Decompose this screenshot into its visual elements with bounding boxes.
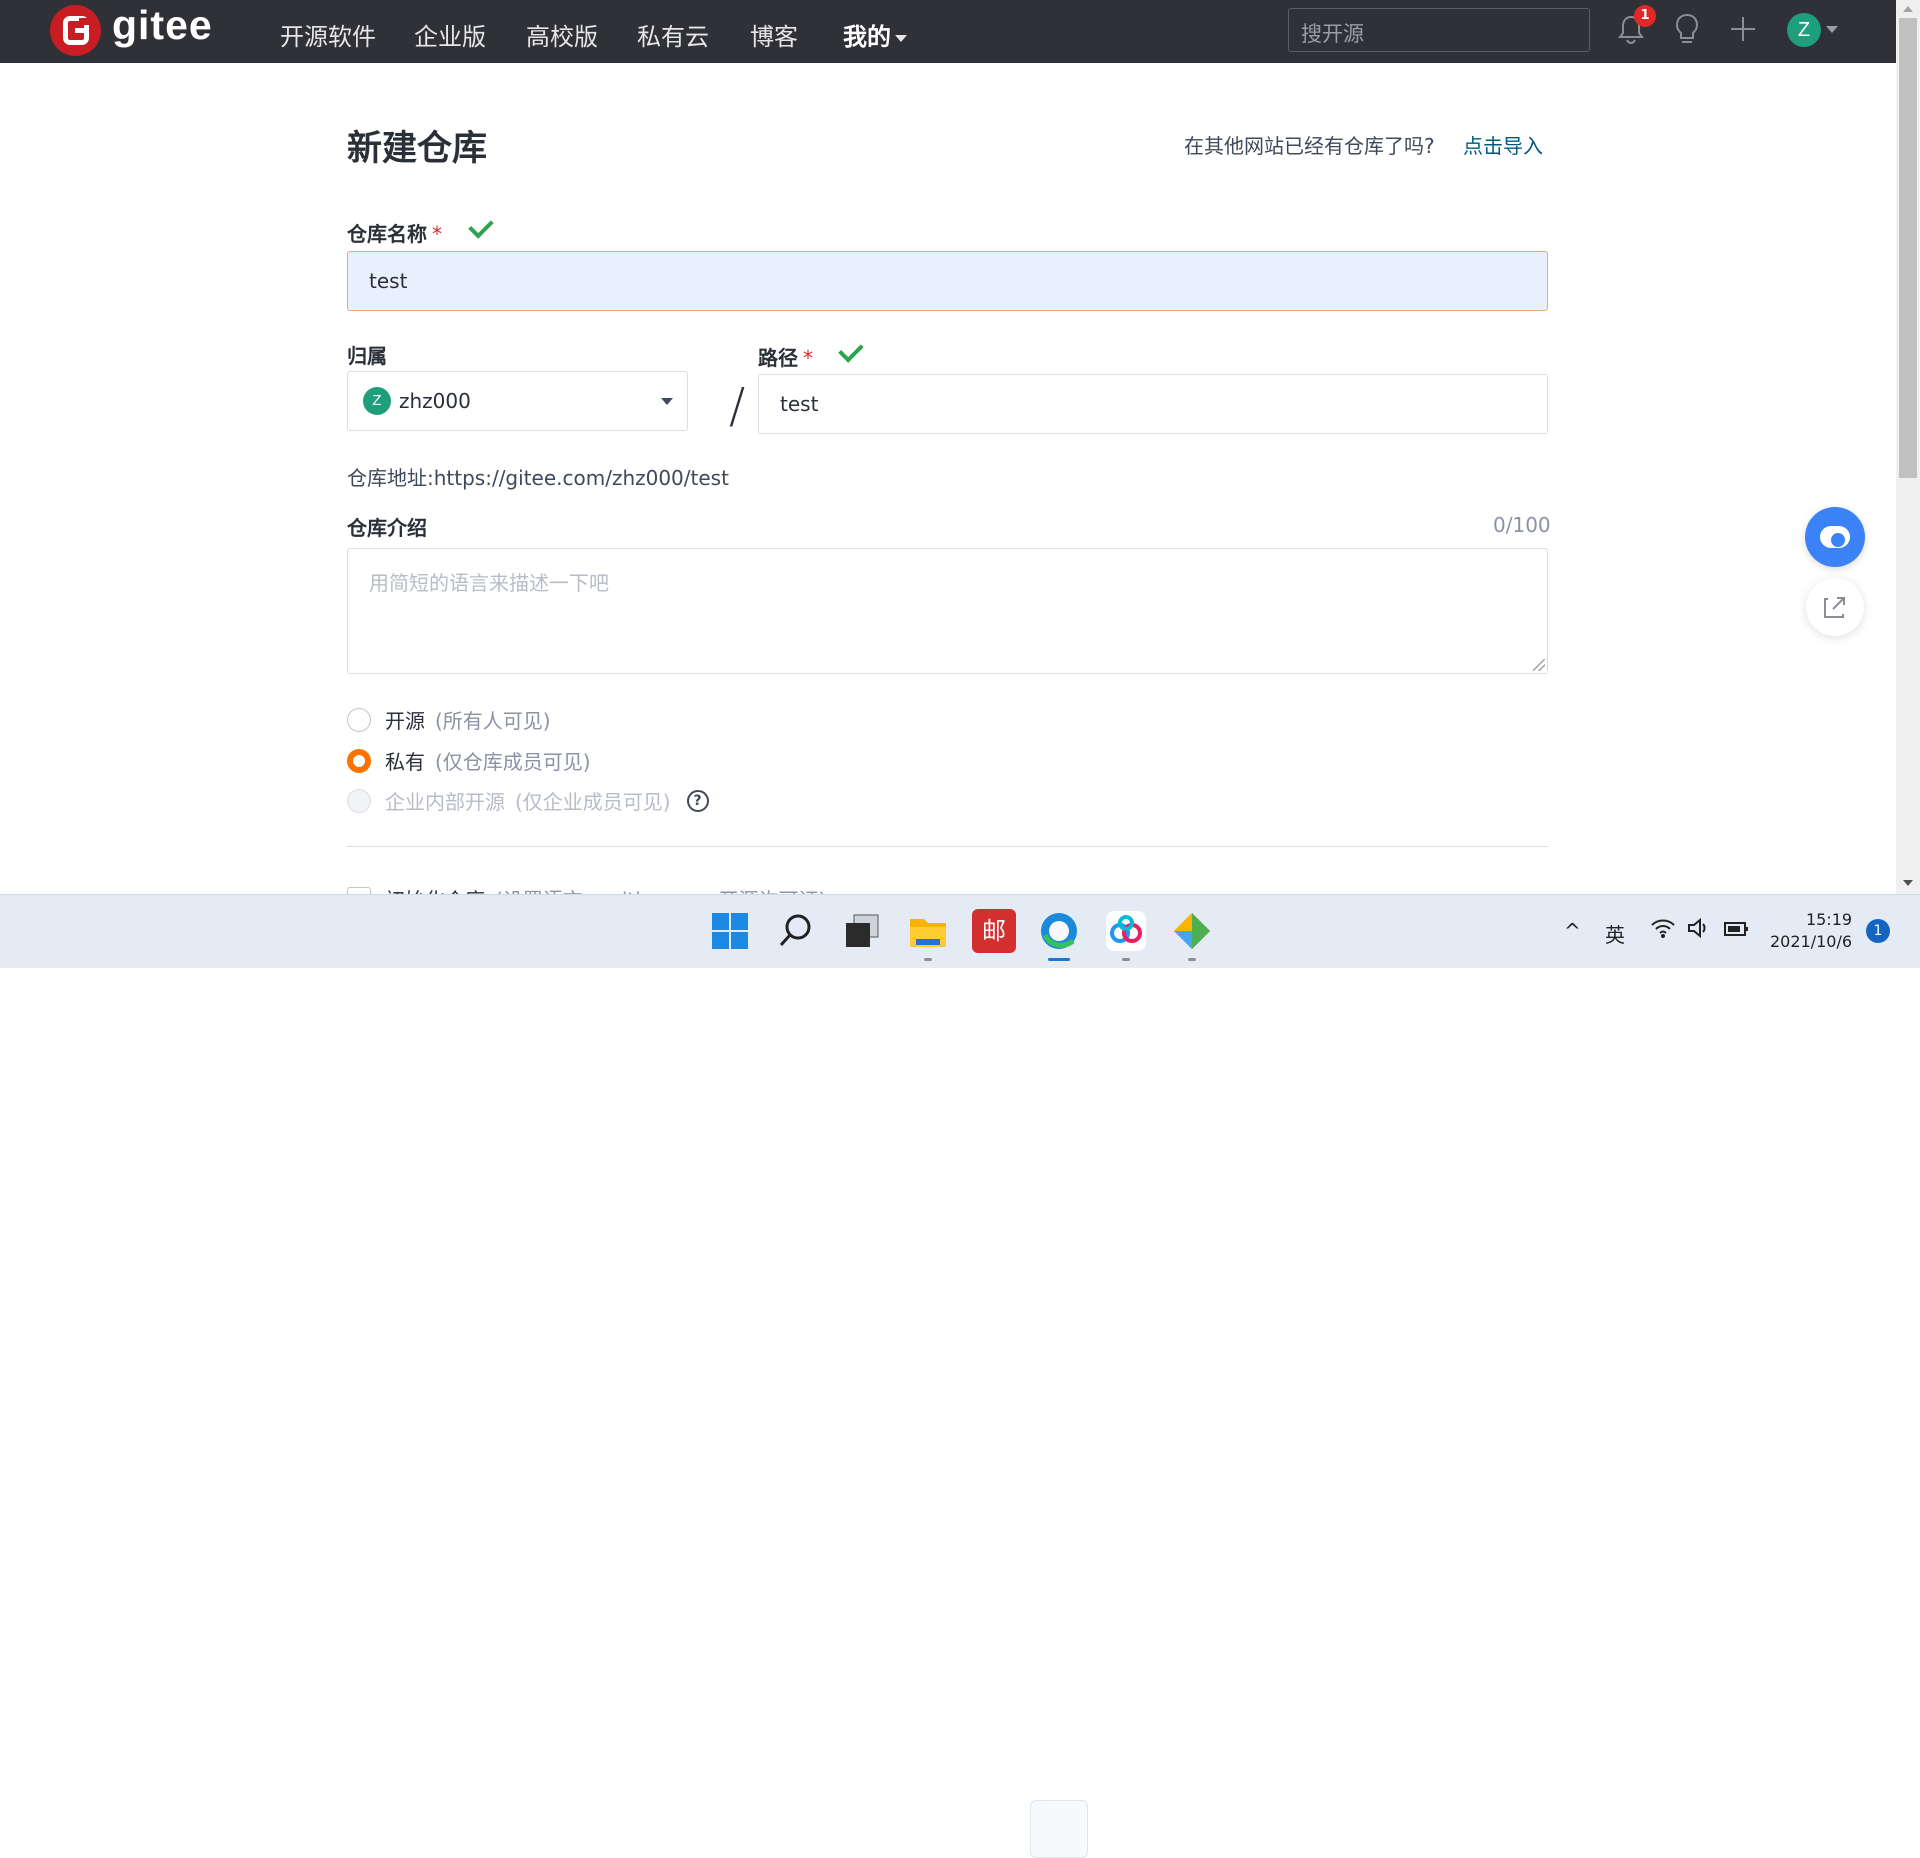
gitee-logo-icon[interactable] [50, 5, 101, 56]
check-icon [468, 213, 494, 239]
nav-blog[interactable]: 博客 [750, 17, 798, 52]
import-prompt: 在其他网站已经有仓库了吗? [1184, 134, 1435, 158]
init-checkbox[interactable] [347, 886, 371, 894]
logo-text[interactable]: gitee [112, 2, 213, 49]
radio-note: (所有人可见) [435, 709, 551, 733]
lightbulb-icon[interactable] [1670, 12, 1704, 46]
intro-counter: 0/100 [1493, 513, 1551, 537]
browser-viewport: gitee 开源软件 企业版 高校版 私有云 博客 我的 搜开源 1 Z 新建仓… [0, 0, 1896, 894]
radio-label: 私有 [385, 750, 425, 774]
user-avatar[interactable]: Z [1787, 13, 1821, 47]
visibility-enterprise-option: 企业内部开源 (仅企业成员可见) ? [347, 786, 709, 815]
help-icon[interactable]: ? [686, 789, 709, 812]
radio-button-selected[interactable] [347, 748, 371, 773]
nav-open-source[interactable]: 开源软件 [280, 17, 376, 52]
chevron-down-icon[interactable] [1826, 26, 1838, 33]
repo-name-value: test [369, 269, 408, 293]
windows-start-icon[interactable] [708, 909, 752, 953]
tray-expand-icon[interactable]: ^ [1564, 919, 1581, 943]
radio-label: 企业内部开源 [385, 790, 505, 814]
system-clock[interactable]: 15:19 2021/10/6 [1770, 909, 1852, 953]
top-navbar: gitee 开源软件 企业版 高校版 私有云 博客 我的 搜开源 1 Z [0, 0, 1896, 63]
import-link[interactable]: 点击导入 [1463, 130, 1543, 159]
required-mark: * [432, 222, 442, 246]
visibility-private-option[interactable]: 私有 (仅仓库成员可见) [347, 746, 591, 775]
windows-taskbar: 邮 ^ 英 15:19 2021/10/6 1 [0, 894, 1920, 1858]
nav-education[interactable]: 高校版 [526, 17, 598, 52]
page-scrollbar[interactable] [1896, 0, 1920, 894]
file-explorer-icon[interactable] [906, 909, 950, 953]
nav-my-menu[interactable]: 我的 [843, 17, 907, 52]
owner-select[interactable]: Z zhz000 [347, 371, 688, 431]
volume-icon[interactable] [1686, 917, 1710, 939]
scroll-up-arrow-icon[interactable] [1903, 6, 1913, 12]
resize-handle-icon[interactable] [1533, 659, 1545, 671]
radio-label: 开源 [385, 709, 425, 733]
edge-icon[interactable] [1037, 909, 1081, 953]
share-float-button[interactable] [1806, 578, 1864, 636]
notification-badge: 1 [1634, 5, 1656, 27]
git-icon[interactable] [1170, 909, 1214, 953]
owner-avatar: Z [363, 387, 391, 415]
init-note: (设置语言、.gitignore、开源许可证) [495, 884, 826, 894]
notification-center-badge[interactable]: 1 [1866, 919, 1890, 943]
chevron-down-icon [895, 34, 907, 42]
radio-button[interactable] [347, 707, 371, 732]
ime-indicator[interactable]: 英 [1605, 919, 1625, 948]
repo-name-label: 仓库名称 * [347, 218, 442, 247]
path-label: 路径 * [758, 342, 813, 371]
clock-time: 15:19 [1805, 910, 1853, 929]
divider [347, 846, 1548, 847]
path-separator: / [729, 378, 746, 434]
intro-placeholder: 用简短的语言来描述一下吧 [369, 571, 609, 595]
path-input[interactable]: test [758, 374, 1548, 434]
repo-name-label-text: 仓库名称 [347, 222, 427, 246]
path-label-text: 路径 [758, 346, 798, 370]
intro-textarea[interactable]: 用简短的语言来描述一下吧 [347, 548, 1548, 674]
init-repo-option[interactable]: 初始化仓库 (设置语言、.gitignore、开源许可证) [347, 884, 826, 894]
wifi-icon[interactable] [1650, 917, 1676, 939]
nav-enterprise[interactable]: 企业版 [414, 17, 486, 52]
task-view-icon[interactable] [840, 909, 884, 953]
taskbar-active-slot [1030, 1800, 1088, 1858]
scroll-thumb[interactable] [1899, 18, 1917, 478]
nav-private-cloud[interactable]: 私有云 [637, 17, 709, 52]
radio-note: (仅仓库成员可见) [435, 750, 591, 774]
chevron-down-icon [661, 398, 673, 405]
battery-icon[interactable] [1722, 917, 1750, 939]
clock-date: 2021/10/6 [1770, 932, 1853, 951]
search-icon[interactable] [774, 909, 818, 953]
plus-icon[interactable] [1726, 12, 1760, 46]
path-value: test [780, 392, 819, 416]
owner-label: 归属 [347, 344, 387, 368]
required-mark: * [803, 346, 813, 370]
intro-label: 仓库介绍 [347, 516, 427, 540]
external-link-icon [1824, 597, 1845, 618]
radio-note: (仅企业成员可见) [515, 790, 671, 814]
check-icon [838, 337, 864, 363]
search-input[interactable]: 搜开源 [1288, 8, 1590, 52]
visibility-public-option[interactable]: 开源 (所有人可见) [347, 705, 551, 734]
repo-address: 仓库地址:https://gitee.com/zhz000/test [347, 466, 729, 490]
radio-button-disabled [347, 788, 371, 813]
scroll-down-arrow-icon[interactable] [1903, 880, 1913, 886]
repo-name-input[interactable]: test [347, 251, 1548, 311]
page-title: 新建仓库 [347, 129, 488, 169]
assistant-float-button[interactable] [1805, 507, 1865, 567]
owner-value: zhz000 [399, 389, 471, 413]
baidu-netdisk-icon[interactable] [1104, 909, 1148, 953]
app-red-icon[interactable]: 邮 [972, 909, 1016, 953]
init-label: 初始化仓库 [385, 884, 485, 894]
nav-my-label: 我的 [843, 23, 891, 51]
